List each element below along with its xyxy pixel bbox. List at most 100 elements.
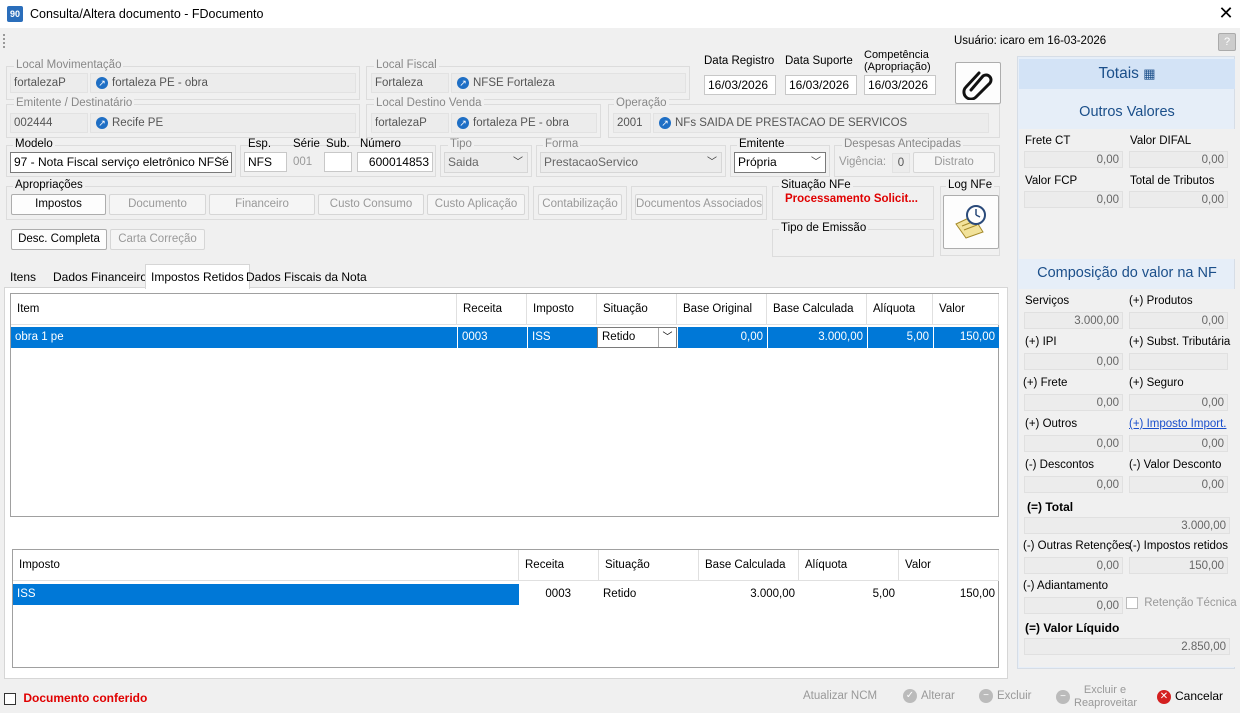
carta-correcao-button[interactable]: Carta Correção — [110, 229, 205, 250]
cancelar-button[interactable]: ✕ Cancelar — [1157, 689, 1223, 704]
emitente-select[interactable]: Própria ﹀ — [734, 152, 826, 173]
table-row[interactable]: ISS 0003 Retido 3.000,00 5,00 150,00 — [13, 584, 999, 605]
documento-conferido-checkbox[interactable]: Documento conferido — [4, 691, 147, 705]
chevron-down-icon: ﹀ — [513, 157, 523, 168]
help-icon[interactable]: ? — [1218, 33, 1236, 51]
cell-imposto[interactable]: ISS — [13, 584, 519, 605]
lookup-icon[interactable]: ↗ — [96, 116, 108, 129]
emitente-code[interactable]: 002444 — [10, 113, 88, 133]
tab-dados-fiscais[interactable]: Dados Fiscais da Nota — [241, 266, 372, 288]
tab-impostos-retidos[interactable]: Impostos Retidos — [145, 264, 250, 289]
numero-field[interactable]: 600014853 — [357, 152, 433, 172]
valor-difal-value: 0,00 — [1129, 151, 1228, 168]
alterar-button[interactable]: ✓ Alterar — [903, 689, 955, 703]
cell-aliquota[interactable]: 5,00 — [799, 584, 899, 605]
tab-itens[interactable]: Itens — [5, 266, 41, 288]
column-header[interactable]: Receita — [457, 294, 527, 325]
impostos-resumo-grid[interactable]: Imposto Receita Situação Base Calculada … — [12, 549, 999, 668]
column-header[interactable]: Situação — [597, 294, 677, 325]
documentos-associados-button[interactable]: Documentos Associados — [635, 194, 763, 215]
atualizar-ncm-button[interactable]: Atualizar NCM — [803, 690, 877, 702]
cell-receita[interactable]: 0003 — [519, 584, 575, 605]
checkbox[interactable] — [4, 692, 16, 705]
cell-situacao[interactable]: Retido — [599, 584, 699, 605]
cell-base-calculada[interactable]: 3.000,00 — [767, 327, 867, 348]
check-icon: ✓ — [903, 689, 917, 703]
column-header[interactable]: Base Calculada — [699, 550, 799, 581]
local-destino-name[interactable]: ↗ fortaleza PE - obra — [451, 113, 597, 133]
operacao-code[interactable]: 2001 — [613, 113, 651, 133]
tab-dados-financeiros[interactable]: Dados Financeiros — [48, 266, 158, 288]
modelo-select[interactable]: 97 - Nota Fiscal serviço eletrônico NFSe… — [10, 152, 232, 173]
desc-completa-button[interactable]: Desc. Completa — [11, 229, 107, 250]
column-header[interactable]: Valor — [899, 550, 999, 581]
cell-base-original[interactable]: 0,00 — [677, 327, 767, 348]
local-fiscal-name[interactable]: ↗ NFSE Fortaleza — [451, 73, 686, 93]
situacao-select[interactable]: Retido ﹀ — [597, 327, 677, 348]
esp-label: Esp. — [248, 138, 272, 150]
data-suporte-field[interactable]: 16/03/2026 — [785, 75, 857, 95]
valor-desconto-label: (-) Valor Desconto — [1129, 459, 1222, 471]
close-icon[interactable]: ✕ — [1216, 3, 1236, 23]
cell-valor[interactable]: 150,00 — [899, 584, 999, 605]
column-header[interactable]: Item — [11, 294, 457, 325]
local-movimentacao-name[interactable]: ↗ fortaleza PE - obra — [90, 73, 356, 93]
impostos-button[interactable]: Impostos — [11, 194, 106, 215]
cell-aliquota[interactable]: 5,00 — [867, 327, 933, 348]
imposto-import-link[interactable]: (+) Imposto Import. — [1129, 418, 1226, 430]
checkbox[interactable] — [1126, 597, 1138, 609]
column-header[interactable]: Base Calculada — [767, 294, 867, 325]
paperclip-icon — [962, 71, 993, 101]
chevron-down-icon: ﹀ — [707, 157, 717, 168]
valor-difal-label: Valor DIFAL — [1130, 135, 1192, 147]
impostos-item-grid[interactable]: Item Receita Imposto Situação Base Origi… — [10, 293, 999, 517]
column-header[interactable]: Alíquota — [867, 294, 933, 325]
serie-label: Série — [293, 138, 320, 150]
forma-value: PrestacaoServico — [544, 155, 639, 169]
custo-aplicacao-button[interactable]: Custo Aplicação — [427, 194, 525, 215]
column-header[interactable]: Imposto — [527, 294, 597, 325]
contabilizacao-button[interactable]: Contabilização — [538, 194, 622, 215]
cell-item[interactable]: obra 1 pe — [11, 327, 457, 348]
cell-valor[interactable]: 150,00 — [933, 327, 999, 348]
retencao-tecnica-checkbox[interactable]: Retenção Técnica — [1126, 597, 1237, 609]
column-header[interactable]: Alíquota — [799, 550, 899, 581]
cell-receita[interactable]: 0003 — [457, 327, 527, 348]
financeiro-button[interactable]: Financeiro — [209, 194, 315, 215]
modelo-value: 97 - Nota Fiscal serviço eletrônico NFSe — [14, 155, 229, 169]
lookup-icon[interactable]: ↗ — [457, 76, 469, 89]
sub-label: Sub. — [326, 138, 350, 150]
column-header[interactable]: Base Original — [677, 294, 767, 325]
column-header[interactable]: Situação — [599, 550, 699, 581]
column-header[interactable]: Imposto — [13, 550, 519, 581]
excluir-button[interactable]: − Excluir — [979, 689, 1032, 703]
lookup-icon[interactable]: ↗ — [659, 116, 671, 129]
local-fiscal-code[interactable]: Fortaleza — [371, 73, 449, 93]
forma-select[interactable]: PrestacaoServico ﹀ — [540, 152, 722, 173]
distrato-button[interactable]: Distrato — [913, 152, 995, 173]
documento-button[interactable]: Documento — [109, 194, 206, 215]
esp-field[interactable]: NFS — [244, 152, 287, 172]
documento-conferido-label: Documento conferido — [23, 691, 148, 705]
vigencia-field[interactable]: 0 — [892, 153, 910, 173]
custo-consumo-button[interactable]: Custo Consumo — [318, 194, 424, 215]
table-row[interactable]: obra 1 pe 0003 ISS Retido ﹀ 0,00 3.000,0… — [11, 327, 999, 348]
local-movimentacao-code[interactable]: fortalezaP — [10, 73, 88, 93]
data-registro-field[interactable]: 16/03/2026 — [704, 75, 776, 95]
column-header[interactable]: Valor — [933, 294, 999, 325]
lookup-icon[interactable]: ↗ — [96, 76, 108, 89]
cell-imposto[interactable]: ISS — [527, 327, 597, 348]
emitente-name[interactable]: ↗ Recife PE — [90, 113, 356, 133]
attachment-button[interactable] — [955, 62, 1001, 104]
competencia-field[interactable]: 16/03/2026 — [864, 75, 936, 95]
lookup-icon[interactable]: ↗ — [457, 116, 469, 129]
cell-base-calculada[interactable]: 3.000,00 — [699, 584, 799, 605]
chevron-down-icon: ﹀ — [811, 157, 821, 168]
tipo-select[interactable]: Saida ﹀ — [444, 152, 528, 173]
local-destino-code[interactable]: fortalezaP — [371, 113, 449, 133]
operacao-name[interactable]: ↗ NFs SAIDA DE PRESTACAO DE SERVICOS — [653, 113, 989, 133]
column-header[interactable]: Receita — [519, 550, 599, 581]
log-nfe-button[interactable] — [943, 195, 999, 249]
chevron-down-icon: ﹀ — [658, 328, 676, 347]
sub-field[interactable] — [324, 152, 352, 172]
